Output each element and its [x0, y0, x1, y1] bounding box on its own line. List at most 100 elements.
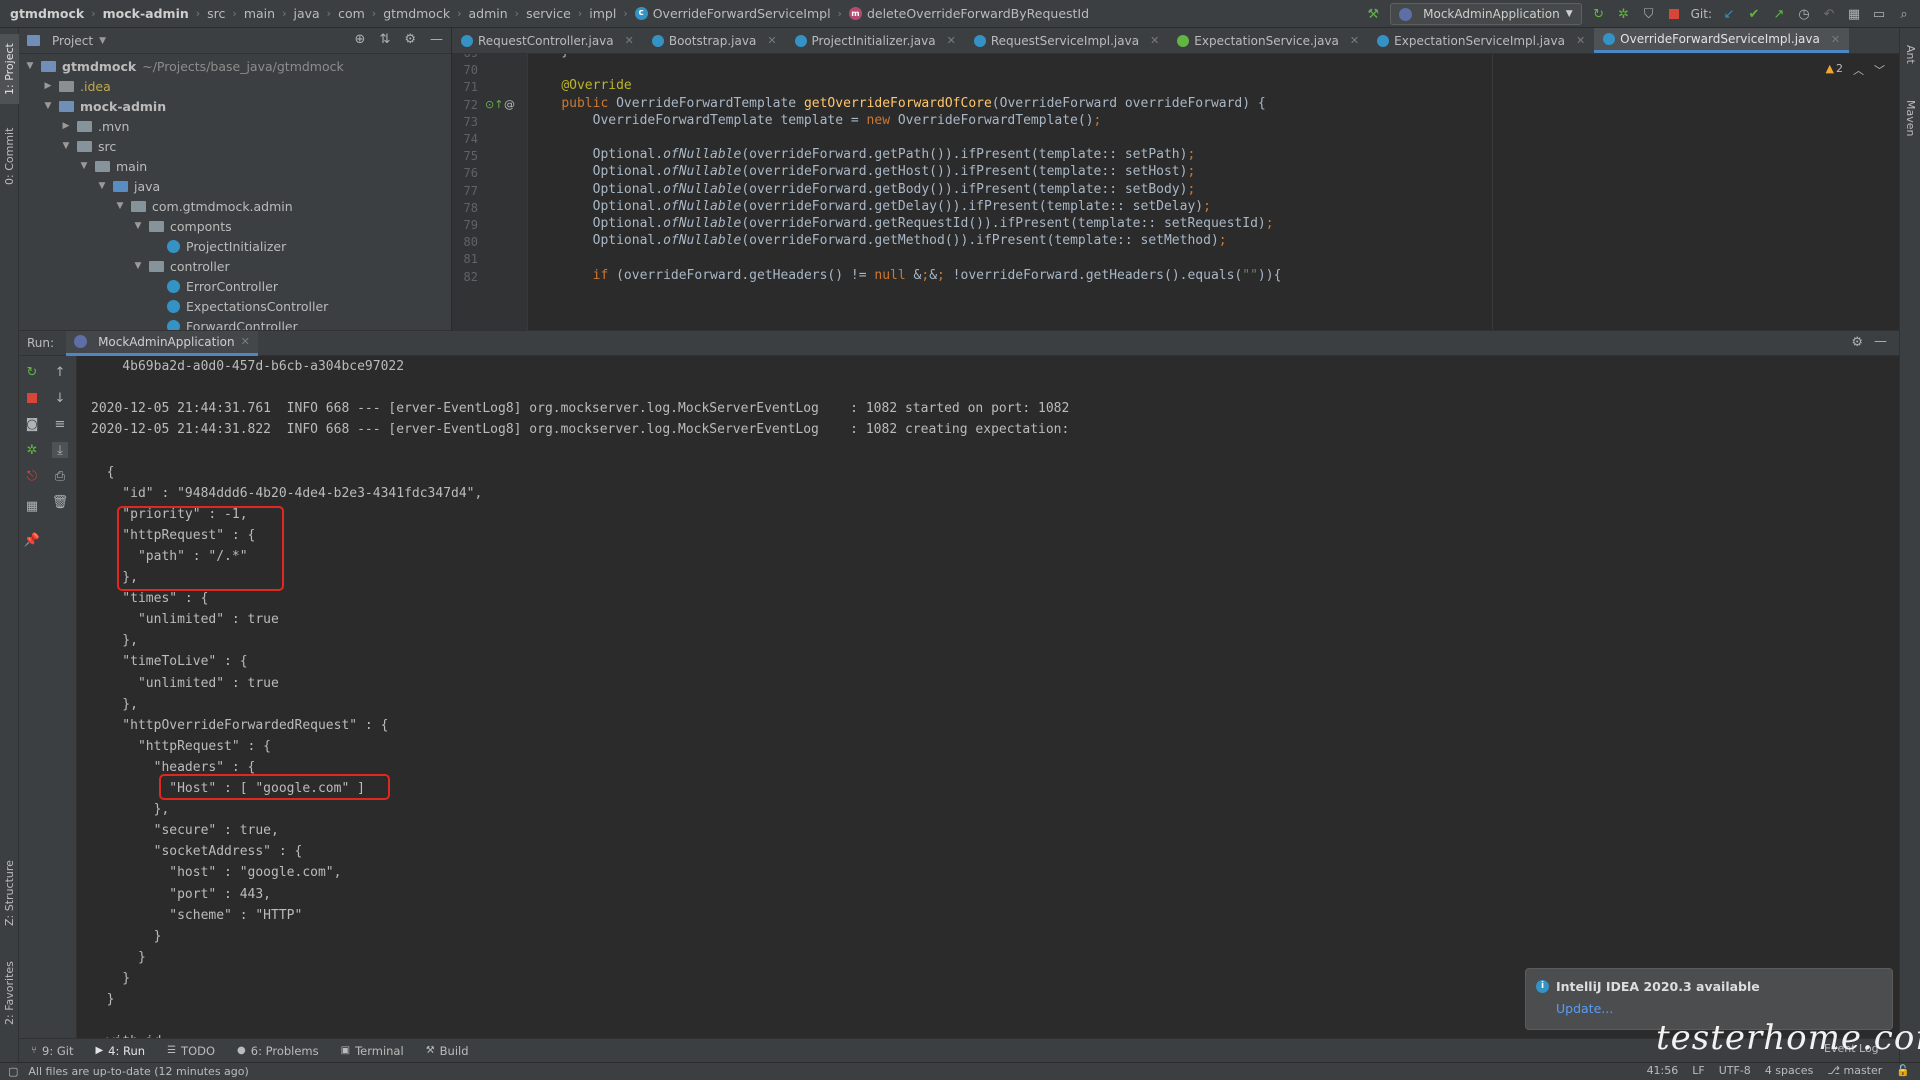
chevron-down-icon[interactable]: ﹀ — [1874, 62, 1885, 78]
close-icon[interactable]: ✕ — [1150, 34, 1159, 47]
chevron-down-icon[interactable]: ▼ — [131, 221, 145, 231]
git-commit-icon[interactable]: ✔ — [1746, 6, 1762, 22]
rerun-icon[interactable]: ↻ — [24, 364, 40, 380]
ant-tool-tab[interactable]: Ant — [1900, 34, 1920, 74]
stop-icon[interactable] — [1666, 6, 1682, 22]
hide-icon[interactable]: — — [430, 32, 443, 47]
down-arrow-icon[interactable]: ↓ — [52, 390, 68, 406]
git-push-icon[interactable]: ↗ — [1771, 6, 1787, 22]
close-icon[interactable]: ✕ — [947, 34, 956, 47]
status-icon[interactable]: ▢ — [8, 1065, 18, 1078]
layout-icon[interactable]: ▭ — [1871, 6, 1887, 22]
tree-item[interactable]: ProjectInitializer — [19, 236, 451, 256]
breadcrumb-item[interactable]: com — [338, 6, 365, 21]
debug-icon[interactable]: ✲ — [1616, 6, 1632, 22]
rollback-icon[interactable]: ↶ — [1821, 6, 1837, 22]
scroll-to-end-icon[interactable]: ⤓ — [52, 442, 68, 458]
close-icon[interactable]: ✕ — [1831, 33, 1840, 46]
gear-icon[interactable]: ⚙ — [1851, 335, 1863, 350]
chevron-down-icon[interactable]: ▼ — [77, 161, 91, 171]
chevron-right-icon[interactable]: ▶ — [59, 121, 73, 131]
chevron-right-icon[interactable]: ▶ — [41, 81, 55, 91]
editor-tab[interactable]: RequestServiceImpl.java ✕ — [965, 28, 1168, 53]
debug-icon[interactable]: ✲ — [24, 442, 40, 458]
up-arrow-icon[interactable]: ↑ — [52, 364, 68, 380]
project-tool-tab[interactable]: 1: Project — [0, 34, 19, 104]
favorites-tool-tab[interactable]: 2: Favorites — [0, 948, 19, 1038]
collapse-all-icon[interactable]: ⇅ — [379, 32, 390, 47]
breadcrumb-item[interactable]: java — [293, 6, 319, 21]
bottom-tab[interactable]: ● 6: Problems — [237, 1044, 319, 1058]
tree-item[interactable]: ▶ .idea — [19, 76, 451, 96]
line-separator[interactable]: LF — [1692, 1064, 1704, 1077]
editor-tab[interactable]: OverrideForwardServiceImpl.java ✕ — [1594, 28, 1850, 53]
stop-icon[interactable] — [24, 390, 40, 406]
tree-item[interactable]: ▼ com.gtmdmock.admin — [19, 196, 451, 216]
file-encoding[interactable]: UTF-8 — [1719, 1064, 1751, 1077]
trash-icon[interactable]: 🗑 — [52, 494, 69, 510]
console-output[interactable]: 4b69ba2d-a0d0-457d-b6cb-a304bce97022 2020… — [77, 356, 1899, 1038]
breadcrumb-item[interactable]: gtmdmock — [383, 6, 450, 21]
editor-tab[interactable]: Bootstrap.java ✕ — [643, 28, 786, 53]
git-update-icon[interactable]: ↙ — [1721, 6, 1737, 22]
hide-icon[interactable]: — — [1874, 334, 1887, 349]
editor-tab[interactable]: ExpectationService.java ✕ — [1168, 28, 1368, 53]
breadcrumb-item[interactable]: mock-admin — [103, 6, 189, 21]
tree-item[interactable]: ▼ src — [19, 136, 451, 156]
close-icon[interactable]: ✕ — [241, 335, 250, 348]
chevron-down-icon[interactable]: ▼ — [23, 61, 37, 71]
tree-item[interactable]: ▼ java — [19, 176, 451, 196]
bottom-tab[interactable]: ⚒ Build — [426, 1044, 469, 1058]
lock-icon[interactable]: 🔓 — [1896, 1064, 1910, 1077]
breadcrumb-item[interactable]: admin — [468, 6, 507, 21]
build-hammer-icon[interactable]: ⚒ — [1365, 6, 1381, 22]
chevron-up-icon[interactable]: ︿ — [1853, 62, 1864, 78]
project-structure-icon[interactable]: ▦ — [1846, 6, 1862, 22]
chevron-down-icon[interactable]: ▼ — [59, 141, 73, 151]
chevron-down-icon[interactable]: ▼ — [41, 101, 55, 111]
pin-icon[interactable]: 📌 — [24, 532, 40, 548]
gear-icon[interactable]: ⚙ — [404, 32, 416, 47]
breadcrumb-item[interactable]: src — [207, 6, 225, 21]
run-configuration-selector[interactable]: MockAdminApplication ▼ — [1390, 3, 1582, 25]
breadcrumb-item[interactable]: service — [526, 6, 571, 21]
tree-item[interactable]: ▼ mock-admin — [19, 96, 451, 116]
bottom-tab[interactable]: ▶ 4: Run — [95, 1044, 145, 1058]
update-link[interactable]: Update... — [1556, 1001, 1613, 1016]
bottom-tab[interactable]: ☰ TODO — [167, 1044, 215, 1058]
tree-item[interactable]: ▼ gtmdmock ~/Projects/base_java/gtmdmock — [19, 56, 451, 76]
structure-tool-tab[interactable]: Z: Structure — [0, 848, 19, 938]
breadcrumb-item[interactable]: main — [244, 6, 275, 21]
camera-icon[interactable]: ◙ — [24, 416, 40, 432]
exit-icon[interactable]: ⎋ — [24, 468, 40, 484]
tree-item[interactable]: ▶ .mvn — [19, 116, 451, 136]
commit-tool-tab[interactable]: 0: Commit — [0, 116, 19, 196]
code-editor[interactable]: 69 70 71 72 73 74 75 76 77 78 79 80 81 82 ⊙↑@ } @Overr… — [452, 54, 1899, 330]
project-panel-title[interactable]: Project — [52, 34, 93, 48]
cursor-position[interactable]: 41:56 — [1647, 1064, 1679, 1077]
close-icon[interactable]: ✕ — [1576, 34, 1585, 47]
chevron-down-icon[interactable]: ▼ — [131, 261, 145, 271]
search-icon[interactable]: ⌕ — [1896, 6, 1912, 22]
git-branch[interactable]: ⎇ master — [1827, 1064, 1882, 1077]
bottom-tab[interactable]: ▣ Terminal — [341, 1044, 404, 1058]
editor-tab[interactable]: RequestController.java ✕ — [452, 28, 643, 53]
print-icon[interactable]: ⎙ — [52, 468, 68, 484]
layout-icon[interactable]: ▦ — [24, 498, 40, 514]
breadcrumb-item[interactable]: m deleteOverrideForwardByRequestId — [848, 6, 1089, 21]
maven-tool-tab[interactable]: Maven — [1900, 88, 1920, 148]
close-icon[interactable]: ✕ — [625, 34, 634, 47]
implements-marker-icon[interactable]: ⊙↑ — [485, 98, 503, 111]
editor-tab[interactable]: ProjectInitializer.java ✕ — [786, 28, 965, 53]
close-icon[interactable]: ✕ — [767, 34, 776, 47]
tree-item[interactable]: ▼ main — [19, 156, 451, 176]
chevron-down-icon[interactable]: ▼ — [99, 36, 106, 46]
history-icon[interactable]: ◷ — [1796, 6, 1812, 22]
locate-file-icon[interactable]: ⊕ — [355, 32, 366, 47]
editor-tab[interactable]: ExpectationServiceImpl.java ✕ — [1368, 28, 1594, 53]
tree-item[interactable]: ▼ controller — [19, 256, 451, 276]
inspection-widget[interactable]: ▲ 2 ︿ ﹀ — [1826, 62, 1885, 78]
breadcrumb-item[interactable]: impl — [589, 6, 616, 21]
close-icon[interactable]: ✕ — [1350, 34, 1359, 47]
bottom-tab[interactable]: ⑂ 9: Git — [31, 1044, 73, 1058]
